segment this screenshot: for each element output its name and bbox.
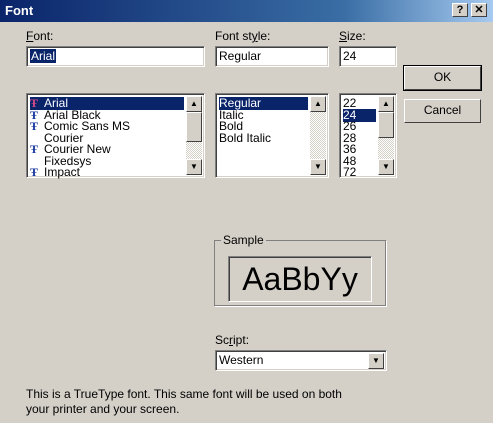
size-input[interactable]: 24 [339, 46, 397, 67]
font-label: Font: [26, 29, 54, 43]
close-button[interactable]: ✕ [471, 3, 487, 17]
font-style-list-scrollbar[interactable]: ▲ ▼ [310, 96, 326, 175]
script-label: Script: [215, 333, 250, 347]
size-list-item[interactable]: 72 [343, 166, 376, 179]
sample-label: Sample [221, 233, 266, 247]
scroll-down-icon[interactable]: ▼ [378, 159, 394, 175]
scroll-thumb[interactable] [378, 112, 394, 138]
window-title: Font [5, 3, 34, 18]
scroll-down-icon[interactable]: ▼ [186, 159, 202, 175]
size-list-scrollbar[interactable]: ▲ ▼ [378, 96, 394, 175]
title-bar[interactable]: Font ? ✕ [0, 0, 493, 22]
ok-button[interactable]: OK [403, 65, 482, 91]
scroll-thumb[interactable] [186, 112, 202, 142]
font-style-list-item[interactable]: Bold Italic [219, 130, 308, 145]
font-style-list[interactable]: Regular Italic Bold Bold Italic ▲ ▼ [215, 93, 329, 178]
truetype-icon: Ŧ [30, 165, 39, 179]
font-list-item[interactable]: Ŧ Impact [30, 166, 184, 179]
script-select[interactable]: Western ▼ [215, 350, 387, 371]
description-line-2: your printer and your screen. [26, 402, 180, 416]
font-style-input[interactable]: Regular [215, 46, 329, 67]
cancel-button[interactable]: Cancel [404, 99, 481, 123]
help-button[interactable]: ? [452, 3, 468, 17]
scroll-up-icon[interactable]: ▲ [186, 96, 202, 112]
font-list[interactable]: Ŧ Arial Ŧ Arial Black Ŧ Comic Sans MS Courier Ŧ… [26, 93, 205, 179]
font-list-item-label: Impact [44, 165, 81, 179]
font-input[interactable]: Arial [26, 46, 205, 67]
scroll-up-icon[interactable]: ▲ [310, 96, 326, 112]
sample-preview: AaBbYy [228, 256, 372, 302]
size-label: Size: [339, 29, 366, 43]
font-description: This is a TrueType font. This same font … [26, 387, 342, 417]
font-style-label: Font style: [215, 29, 271, 43]
sample-group: Sample AaBbYy [214, 233, 386, 306]
scroll-up-icon[interactable]: ▲ [378, 96, 394, 112]
font-style-list-item-label: Bold Italic [219, 130, 272, 145]
description-line-1: This is a TrueType font. This same font … [26, 387, 342, 401]
chevron-down-icon[interactable]: ▼ [368, 353, 384, 369]
size-list[interactable]: 22 24 26 28 36 48 72 ▲ ▼ [339, 93, 397, 179]
font-list-scrollbar[interactable]: ▲ ▼ [186, 96, 202, 175]
size-list-item-label: 72 [343, 165, 357, 179]
scroll-down-icon[interactable]: ▼ [310, 159, 326, 175]
